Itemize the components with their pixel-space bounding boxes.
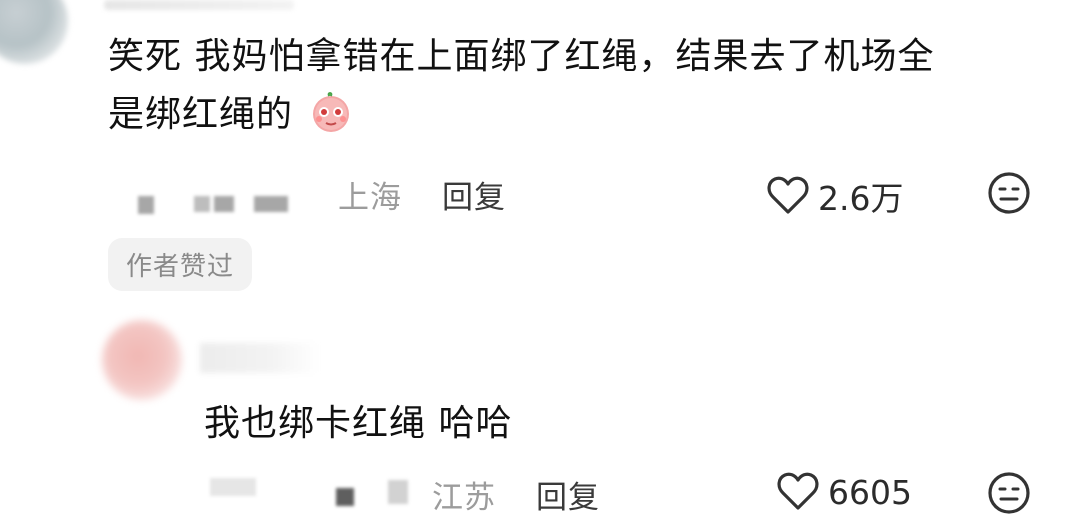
reply-text: 我也绑卡红绳 哈哈 — [204, 403, 513, 444]
avatar[interactable] — [0, 0, 68, 64]
dislike-button[interactable] — [986, 470, 1032, 516]
like-button[interactable]: 6605 — [776, 472, 912, 512]
reply-button[interactable]: 回复 — [536, 472, 600, 517]
comment-line-2-text: 是绑红绳的 — [108, 94, 294, 135]
blurred-time — [194, 196, 210, 212]
username-blurred[interactable] — [104, 0, 294, 10]
dislike-button[interactable] — [986, 170, 1032, 216]
username-blurred[interactable] — [200, 343, 320, 373]
location-label: 江苏 — [432, 480, 496, 516]
like-count: 6605 — [828, 472, 912, 512]
comment-text: 笑死 我妈怕拿错在上面绑了红绳，结果去了机场全 是绑红绳的 — [108, 28, 1048, 144]
comment-line-2: 是绑红绳的 — [108, 86, 1048, 144]
neutral-face-icon — [986, 170, 1032, 216]
heart-outline-icon — [776, 472, 820, 512]
blurred-time — [138, 196, 154, 214]
avatar[interactable] — [102, 320, 182, 400]
blurred-time — [336, 488, 354, 506]
comment-line-1: 笑死 我妈怕拿错在上面绑了红绳，结果去了机场全 — [108, 36, 935, 77]
blush-pleading-emoji-icon — [309, 90, 353, 134]
neutral-face-icon — [986, 470, 1032, 516]
reply-button[interactable]: 回复 — [442, 172, 506, 217]
blurred-time — [210, 478, 256, 496]
blurred-time — [388, 480, 408, 504]
comment-meta-row: 上海 回复 2.6万 — [108, 168, 1048, 218]
author-liked-badge: 作者赞过 — [108, 238, 253, 291]
like-count: 2.6万 — [818, 179, 904, 218]
blurred-time — [214, 196, 234, 212]
blurred-time — [254, 196, 288, 212]
reply-meta-row: 江苏 回复 6605 — [200, 466, 1050, 518]
like-button[interactable]: 2.6万 — [766, 172, 903, 220]
heart-outline-icon — [766, 176, 810, 216]
location-label: 上海 — [338, 180, 402, 216]
